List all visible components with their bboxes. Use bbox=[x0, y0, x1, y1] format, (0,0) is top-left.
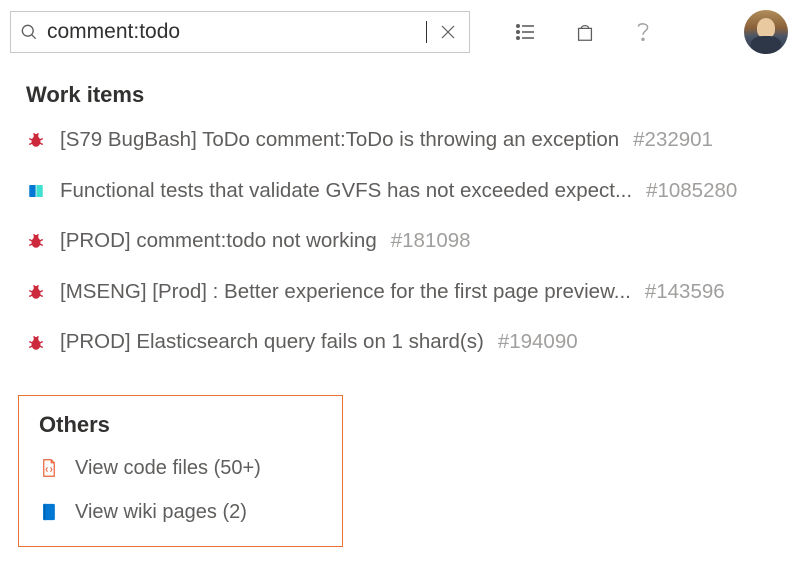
work-items-section: Work items [S79 BugBash] ToDo comment:To… bbox=[0, 60, 798, 355]
work-item-id: #194090 bbox=[498, 330, 578, 355]
search-icon bbox=[19, 22, 39, 42]
toolbar-icons bbox=[514, 18, 654, 46]
work-item-title: Functional tests that validate GVFS has … bbox=[60, 179, 632, 204]
user-avatar[interactable] bbox=[744, 10, 788, 54]
clear-search-button[interactable] bbox=[435, 23, 461, 41]
list-icon[interactable] bbox=[514, 20, 538, 44]
work-item-title: [S79 BugBash] ToDo comment:ToDo is throw… bbox=[60, 128, 619, 153]
work-item-id: #181098 bbox=[391, 229, 471, 254]
bug-icon bbox=[26, 232, 46, 250]
work-item-title: [PROD] Elasticsearch query fails on 1 sh… bbox=[60, 330, 484, 355]
work-item[interactable]: Functional tests that validate GVFS has … bbox=[26, 179, 772, 204]
bug-icon bbox=[26, 334, 46, 352]
bug-icon bbox=[26, 131, 46, 149]
top-bar bbox=[0, 0, 798, 60]
search-input[interactable] bbox=[47, 20, 421, 44]
work-item-id: #232901 bbox=[633, 128, 713, 153]
work-item-id: #143596 bbox=[645, 280, 725, 305]
others-item-label: View wiki pages (2) bbox=[75, 500, 247, 524]
work-item[interactable]: [MSENG] [Prod] : Better experience for t… bbox=[26, 280, 772, 305]
others-item-label: View code files (50+) bbox=[75, 456, 261, 480]
wiki-icon bbox=[39, 502, 59, 522]
view-wiki-pages-link[interactable]: View wiki pages (2) bbox=[39, 500, 322, 524]
others-heading: Others bbox=[39, 412, 322, 438]
work-item[interactable]: [PROD] comment:todo not working #181098 bbox=[26, 229, 772, 254]
work-item-id: #1085280 bbox=[646, 179, 737, 204]
book-icon bbox=[26, 182, 46, 200]
work-item[interactable]: [S79 BugBash] ToDo comment:ToDo is throw… bbox=[26, 128, 772, 153]
bug-icon bbox=[26, 283, 46, 301]
work-items-list: [S79 BugBash] ToDo comment:ToDo is throw… bbox=[26, 128, 772, 355]
work-item-title: [PROD] comment:todo not working bbox=[60, 229, 377, 254]
work-item[interactable]: [PROD] Elasticsearch query fails on 1 sh… bbox=[26, 330, 772, 355]
others-section: Others View code files (50+) View wiki p… bbox=[18, 395, 343, 547]
work-items-heading: Work items bbox=[26, 82, 772, 108]
work-item-title: [MSENG] [Prod] : Better experience for t… bbox=[60, 280, 631, 305]
code-file-icon bbox=[39, 458, 59, 478]
shopping-bag-icon[interactable] bbox=[574, 20, 596, 44]
text-caret bbox=[426, 21, 427, 43]
help-icon[interactable] bbox=[632, 18, 654, 46]
search-box[interactable] bbox=[10, 11, 470, 53]
view-code-files-link[interactable]: View code files (50+) bbox=[39, 456, 322, 480]
